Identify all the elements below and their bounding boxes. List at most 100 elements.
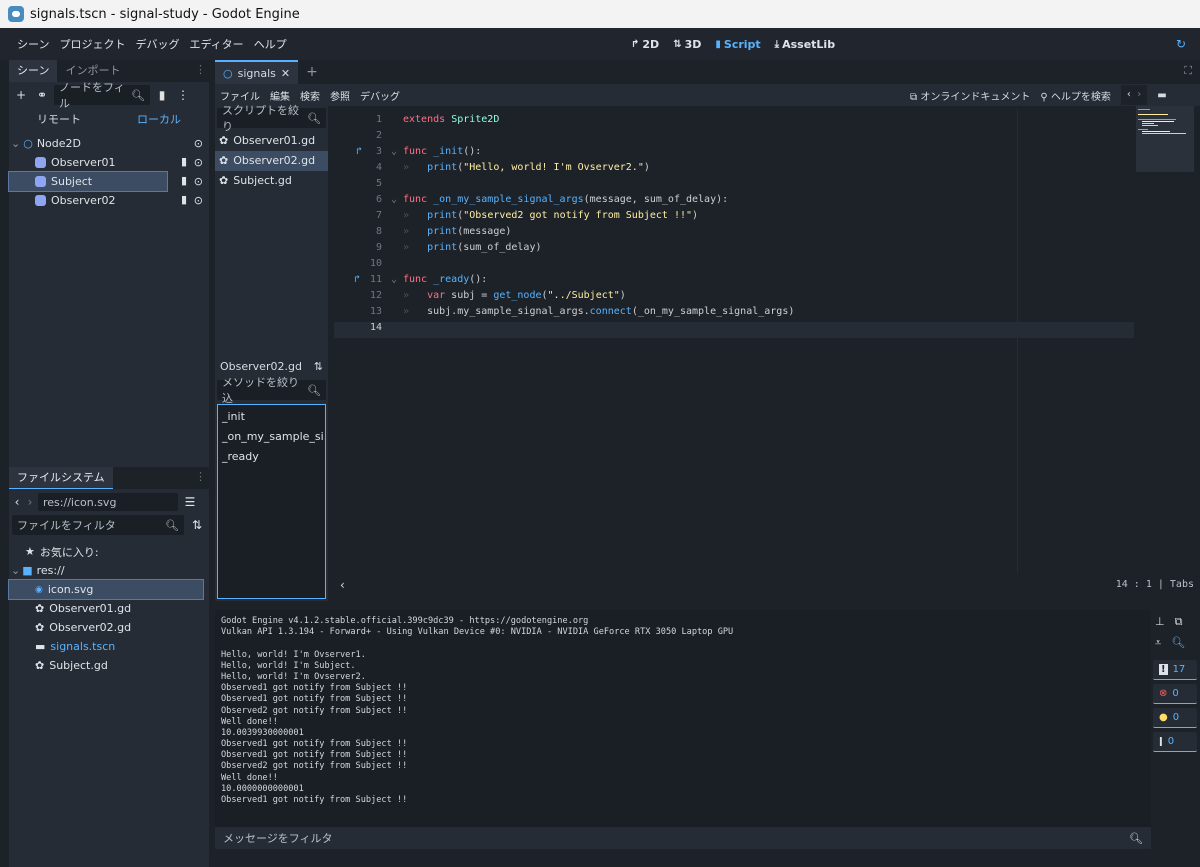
menu-help[interactable]: ヘルプ bbox=[249, 36, 292, 52]
local-button[interactable]: ローカル bbox=[137, 111, 181, 127]
tree-node-observer02[interactable]: Observer02 ▮ ⊙ bbox=[9, 191, 209, 210]
tree-node-observer01[interactable]: Observer01 ▮ ⊙ bbox=[9, 153, 209, 172]
fullscreen-icon[interactable]: ⛶ bbox=[1184, 64, 1192, 78]
menu-project[interactable]: プロジェクト bbox=[54, 36, 130, 52]
remote-button[interactable]: リモート bbox=[37, 111, 81, 127]
method-filter-input[interactable]: メソッドを絞り込 🔍︎ bbox=[217, 376, 326, 405]
close-icon[interactable]: ✕ bbox=[281, 67, 290, 80]
script-filter-input[interactable]: スクリプトを絞り 🔍︎ bbox=[217, 104, 326, 133]
method-list: _init _on_my_sample_si... _ready bbox=[217, 404, 326, 599]
script-item-observer02[interactable]: ✿ Observer02.gd bbox=[215, 151, 328, 171]
filter-errors-button[interactable]: ⊗ 0 bbox=[1153, 684, 1197, 704]
back-arrow-icon[interactable]: ‹ bbox=[1127, 89, 1131, 100]
tree-node-root[interactable]: ⌄ ○ Node2D ⊙ bbox=[9, 134, 209, 153]
gdscript-gear-icon: ✿ bbox=[219, 154, 229, 167]
back-arrow-icon[interactable]: ‹ bbox=[12, 493, 22, 511]
link-icon[interactable]: ⚭ bbox=[33, 86, 51, 104]
node-filter-input[interactable]: ノードをフィル 🔍︎ bbox=[54, 81, 150, 110]
favorites-item[interactable]: ★ お気に入り: bbox=[9, 542, 209, 561]
output-tools: ⊥ ⧉ bbox=[1151, 610, 1200, 634]
visibility-eye-icon[interactable]: ⊙ bbox=[194, 194, 203, 207]
add-tab-icon[interactable]: + bbox=[306, 64, 318, 80]
script-item-subject[interactable]: ✿ Subject.gd bbox=[215, 171, 328, 191]
visibility-eye-icon[interactable]: ⊙ bbox=[194, 175, 203, 188]
workspace-assetlib-button[interactable]: ⤓ AssetLib bbox=[775, 38, 835, 51]
help-search-button[interactable]: ⚲ ヘルプを検索 bbox=[1040, 88, 1111, 103]
toggle-panel-icon[interactable]: ▬ bbox=[1157, 90, 1166, 101]
menu-debug[interactable]: デバッグ bbox=[130, 36, 184, 52]
file-item-signals[interactable]: ▬ signals.tscn bbox=[9, 637, 209, 656]
collapse-icon[interactable]: ⩡ bbox=[1155, 636, 1161, 650]
search-icon[interactable]: 🔍︎ bbox=[1171, 636, 1185, 650]
tab-scene[interactable]: シーン bbox=[9, 60, 58, 82]
code-line: 1 extends Sprite2D bbox=[375, 114, 500, 125]
collapse-chevron-icon[interactable]: ⌄ bbox=[11, 137, 20, 150]
update-spinner-icon[interactable]: ↻ bbox=[1172, 35, 1190, 53]
workspace-2d-button[interactable]: ↱ 2D bbox=[631, 38, 659, 51]
method-item-on-signal[interactable]: _on_my_sample_si... bbox=[218, 427, 325, 447]
code-editor[interactable]: 1 extends Sprite2D 2 ↱ 3 ⌄ func _init(): 4» … bbox=[334, 109, 1134, 573]
script-icon[interactable]: ▮ bbox=[181, 193, 187, 206]
tab-signals[interactable]: ○ signals ✕ bbox=[215, 60, 299, 84]
script-menu-search[interactable]: 検索 bbox=[295, 88, 325, 103]
visibility-eye-icon[interactable]: ⊙ bbox=[194, 137, 203, 150]
folder-res[interactable]: ⌄ ■ res:// bbox=[9, 561, 209, 580]
fold-chevron-icon: ⌄ bbox=[391, 146, 398, 157]
tree-node-subject[interactable]: Subject ▮ ⊙ bbox=[8, 171, 203, 192]
clear-output-icon[interactable]: ⊥ bbox=[1155, 615, 1165, 629]
script-list: ✿ Observer01.gd ✿ Observer02.gd ✿ Subject.g… bbox=[215, 131, 328, 351]
script-icon[interactable]: ▮ bbox=[181, 155, 187, 168]
dock-menu-icon[interactable]: ⋮ bbox=[195, 470, 206, 483]
dock-menu-icon[interactable]: ⋮ bbox=[195, 63, 206, 76]
method-filter-placeholder: メソッドを絞り込 bbox=[222, 376, 299, 405]
code-minimap[interactable] bbox=[1136, 106, 1194, 172]
output-line: Observed1 got notify from Subject !! bbox=[221, 750, 408, 761]
filter-messages-button[interactable]: ! 17 bbox=[1153, 660, 1197, 680]
output-line: Godot Engine v4.1.2.stable.official.399c… bbox=[221, 616, 589, 626]
forward-arrow-icon[interactable]: › bbox=[25, 493, 35, 511]
gdscript-gear-icon: ✿ bbox=[219, 134, 229, 147]
menu-scene[interactable]: シーン bbox=[12, 36, 54, 52]
file-filter-input[interactable]: ファイルをフィルタ 🔍︎ bbox=[12, 515, 184, 535]
script-menu-debug[interactable]: デバッグ bbox=[355, 88, 405, 103]
workspace-script-button[interactable]: ▮ Script bbox=[715, 38, 760, 51]
script-icon[interactable]: ▮ bbox=[181, 174, 187, 187]
output-line: Observed1 got notify from Subject !! bbox=[221, 739, 408, 750]
menu-editor[interactable]: エディター bbox=[184, 36, 248, 52]
method-item-ready[interactable]: _ready bbox=[218, 447, 325, 467]
script-item-observer01[interactable]: ✿ Observer01.gd bbox=[215, 131, 328, 151]
script-menu-edit[interactable]: 編集 bbox=[265, 88, 295, 103]
method-item-init[interactable]: _init bbox=[218, 407, 325, 427]
attach-script-icon[interactable]: ▮ bbox=[153, 86, 171, 104]
file-item-observer02[interactable]: ✿ Observer02.gd bbox=[9, 618, 209, 637]
output-log[interactable]: Godot Engine v4.1.2.stable.official.399c… bbox=[215, 610, 1151, 827]
tab-import[interactable]: インポート bbox=[57, 60, 128, 82]
filter-info-button[interactable]: ǀ0 bbox=[1153, 732, 1197, 752]
forward-arrow-icon[interactable]: › bbox=[1137, 89, 1141, 100]
workspace-2d-label: 2D bbox=[642, 37, 660, 51]
toggle-scripts-panel-icon[interactable]: ‹ bbox=[340, 578, 345, 592]
output-filter-input[interactable]: メッセージをフィルタ 🔍︎ bbox=[215, 827, 1151, 849]
visibility-eye-icon[interactable]: ⊙ bbox=[194, 156, 203, 169]
warning-count: 0 bbox=[1172, 712, 1180, 723]
output-tools-2: ⩡ 🔍︎ bbox=[1151, 634, 1200, 652]
scene-menu-icon[interactable]: ⋮ bbox=[174, 86, 192, 104]
collapse-chevron-icon[interactable]: ⌄ bbox=[11, 564, 20, 577]
workspace-3d-button[interactable]: ⇅ 3D bbox=[673, 38, 701, 51]
file-item-subject[interactable]: ✿ Subject.gd bbox=[9, 656, 209, 675]
filter-warnings-button[interactable]: ● 0 bbox=[1153, 708, 1197, 728]
sort-icon[interactable]: ⇅ bbox=[188, 516, 206, 534]
add-node-icon[interactable]: + bbox=[12, 86, 30, 104]
tab-label: signals bbox=[237, 66, 276, 80]
sort-icon[interactable]: ⇅ bbox=[314, 360, 323, 373]
tab-filesystem[interactable]: ファイルシステム bbox=[9, 467, 113, 489]
script-menu-file[interactable]: ファイル bbox=[215, 88, 265, 103]
path-field[interactable]: res://icon.svg bbox=[38, 493, 178, 511]
online-docs-button[interactable]: ⧉ オンラインドキュメント bbox=[910, 88, 1030, 103]
copy-icon[interactable]: ⧉ bbox=[1175, 615, 1183, 629]
file-item-observer01[interactable]: ✿ Observer01.gd bbox=[9, 599, 209, 618]
file-item-icon-svg[interactable]: ◉ icon.svg bbox=[8, 579, 204, 600]
split-view-icon[interactable]: ☰ bbox=[181, 493, 199, 511]
script-menu-goto[interactable]: 参照 bbox=[325, 88, 355, 103]
script-menubar: ファイル 編集 検索 参照 デバッグ ⧉ オンラインドキュメント ⚲ ヘルプを検… bbox=[215, 84, 1200, 106]
